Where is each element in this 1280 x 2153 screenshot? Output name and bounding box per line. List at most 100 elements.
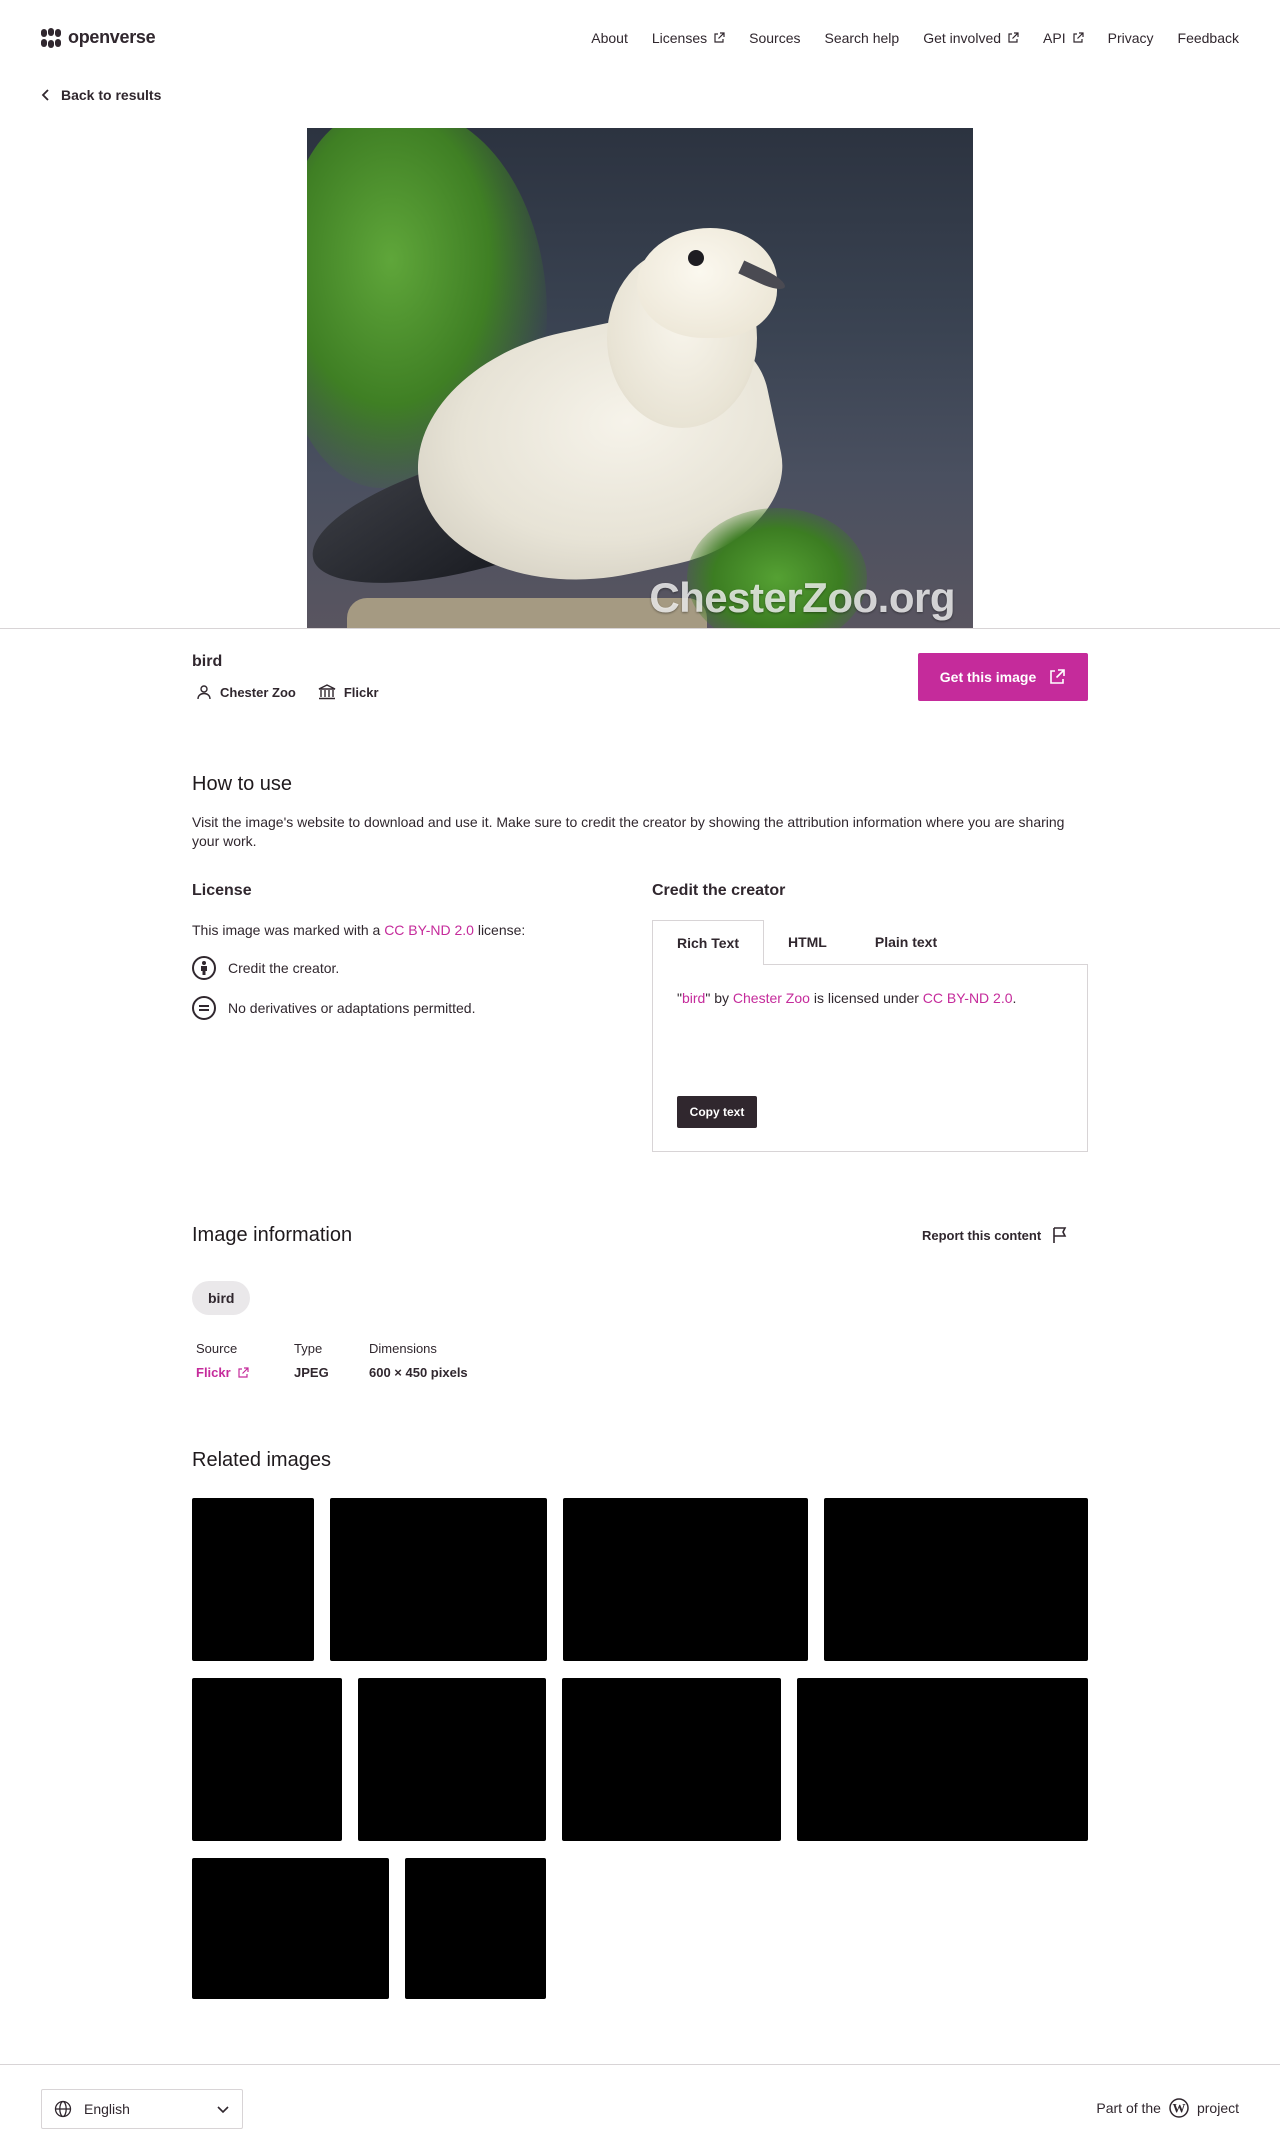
nav-licenses[interactable]: Licenses — [652, 30, 725, 46]
nav-feedback[interactable]: Feedback — [1178, 30, 1239, 46]
footer-divider — [0, 2064, 1280, 2065]
main-nav: About Licenses Sources Search help Get i… — [591, 30, 1239, 46]
language-select[interactable]: English — [41, 2089, 243, 2129]
related-image-thumb[interactable] — [797, 1678, 1088, 1841]
nd-icon — [192, 996, 216, 1020]
bird-eye-shape — [688, 250, 704, 266]
dimensions-field: Dimensions 600 × 450 pixels — [369, 1341, 468, 1380]
related-image-thumb[interactable] — [563, 1498, 808, 1661]
openverse-logo[interactable]: openverse — [41, 27, 156, 48]
nav-search-help[interactable]: Search help — [824, 30, 899, 46]
type-field: Type JPEG — [294, 1341, 329, 1380]
institution-icon — [318, 684, 336, 700]
nav-label: About — [591, 30, 628, 46]
credit-heading: Credit the creator — [652, 882, 786, 899]
attribution-creator-link[interactable]: Chester Zoo — [733, 990, 810, 1006]
site-header: openverse About Licenses Sources Search … — [0, 0, 1280, 80]
nav-label: API — [1043, 30, 1066, 46]
image-info-heading: Image information — [192, 1224, 353, 1246]
tab-plain-text[interactable]: Plain text — [851, 920, 961, 964]
tab-rich-text[interactable]: Rich Text — [652, 920, 764, 965]
divider — [0, 628, 1280, 629]
nav-api[interactable]: API — [1043, 30, 1084, 46]
related-image-thumb[interactable] — [358, 1678, 546, 1841]
license-intro-text: This image was marked with a — [192, 922, 385, 938]
license-feature-text: No derivatives or adaptations permitted. — [228, 1000, 476, 1016]
copy-text-button[interactable]: Copy text — [677, 1096, 757, 1128]
field-label: Dimensions — [369, 1341, 437, 1356]
nav-label: Get involved — [923, 30, 1002, 46]
external-link-icon — [714, 32, 725, 43]
source-name: Flickr — [343, 684, 379, 700]
source-value-link[interactable]: Flickr — [196, 1365, 249, 1380]
wordpress-icon: W — [1169, 2098, 1189, 2118]
bird-head-shape — [637, 228, 777, 338]
license-link[interactable]: CC BY-ND 2.0 — [384, 922, 474, 938]
related-image-thumb[interactable] — [562, 1678, 781, 1841]
related-image-thumb[interactable] — [192, 1498, 314, 1661]
report-content-button[interactable]: Report this content — [922, 1226, 1069, 1244]
attribution-part: . — [1012, 990, 1017, 1006]
person-icon — [197, 685, 211, 700]
related-image-thumb[interactable] — [824, 1498, 1088, 1661]
tab-html[interactable]: HTML — [764, 920, 851, 964]
project-text: project — [1196, 2100, 1239, 2116]
how-to-use-heading: How to use — [192, 773, 293, 795]
photo-watermark: ChesterZoo.org — [649, 574, 955, 621]
tag-bird[interactable]: bird — [192, 1281, 251, 1315]
nav-label: Search help — [824, 30, 900, 46]
report-label: Report this content — [922, 1227, 1042, 1243]
get-button-label: Get this image — [939, 669, 1037, 685]
external-link-icon — [1073, 32, 1084, 43]
image-meta: Chester Zoo Flickr — [196, 684, 379, 700]
nav-privacy[interactable]: Privacy — [1108, 30, 1154, 46]
back-label: Back to results — [61, 87, 162, 103]
by-icon — [192, 956, 216, 980]
how-to-use-text: Visit the image's website to download an… — [192, 814, 1065, 849]
related-image-thumb[interactable] — [330, 1498, 547, 1661]
source-field: Source Flickr — [196, 1341, 249, 1380]
credit-panel: "bird" by Chester Zoo is licensed under … — [652, 964, 1088, 1152]
wordpress-project-link[interactable]: Part of the W project — [1096, 2098, 1239, 2118]
get-this-image-button[interactable]: Get this image — [918, 653, 1088, 701]
creator-link[interactable]: Chester Zoo — [196, 684, 296, 700]
attribution-license-link[interactable]: CC BY-ND 2.0 — [923, 990, 1013, 1006]
logo-text: openverse — [68, 27, 156, 47]
source-link[interactable]: Flickr — [318, 684, 379, 700]
nav-label: Feedback — [1177, 30, 1239, 46]
credit-tabs: Rich Text HTML Plain text — [652, 920, 961, 965]
creator-name: Chester Zoo — [220, 684, 296, 700]
nav-get-involved[interactable]: Get involved — [923, 30, 1019, 46]
license-heading: License — [192, 882, 252, 899]
field-value: Flickr — [196, 1365, 231, 1380]
license-feature-text: Credit the creator. — [228, 960, 340, 976]
license-intro-text: license: — [473, 922, 526, 938]
field-label: Source — [196, 1341, 238, 1356]
field-value: JPEG — [294, 1365, 329, 1380]
attribution-part: " by — [705, 990, 733, 1006]
attribution-part: is licensed under — [809, 990, 923, 1006]
globe-icon — [54, 2100, 72, 2118]
related-image-thumb[interactable] — [192, 1678, 342, 1841]
nav-label: Privacy — [1107, 30, 1154, 46]
svg-text:W: W — [1172, 2101, 1185, 2116]
external-link-icon — [1050, 669, 1066, 684]
part-of-text: Part of the — [1096, 2100, 1161, 2116]
nav-sources[interactable]: Sources — [749, 30, 800, 46]
chevron-left-icon — [41, 89, 49, 101]
attribution-text: "bird" by Chester Zoo is licensed under … — [677, 990, 1016, 1006]
nav-label: Licenses — [651, 30, 708, 46]
nav-about[interactable]: About — [591, 30, 628, 46]
attribution-title-link[interactable]: bird — [682, 990, 705, 1006]
license-feature-by: Credit the creator. — [192, 956, 339, 980]
back-to-results-link[interactable]: Back to results — [41, 87, 161, 103]
chevron-down-icon — [217, 2106, 229, 2114]
language-value: English — [84, 2101, 130, 2117]
nav-label: Sources — [749, 30, 801, 46]
related-image-thumb[interactable] — [405, 1858, 546, 1999]
related-images-heading: Related images — [192, 1449, 331, 1471]
main-image[interactable]: ChesterZoo.org — [307, 128, 973, 628]
related-image-thumb[interactable] — [192, 1858, 389, 1999]
external-link-icon — [1008, 32, 1019, 43]
openverse-logo-icon — [41, 27, 61, 48]
